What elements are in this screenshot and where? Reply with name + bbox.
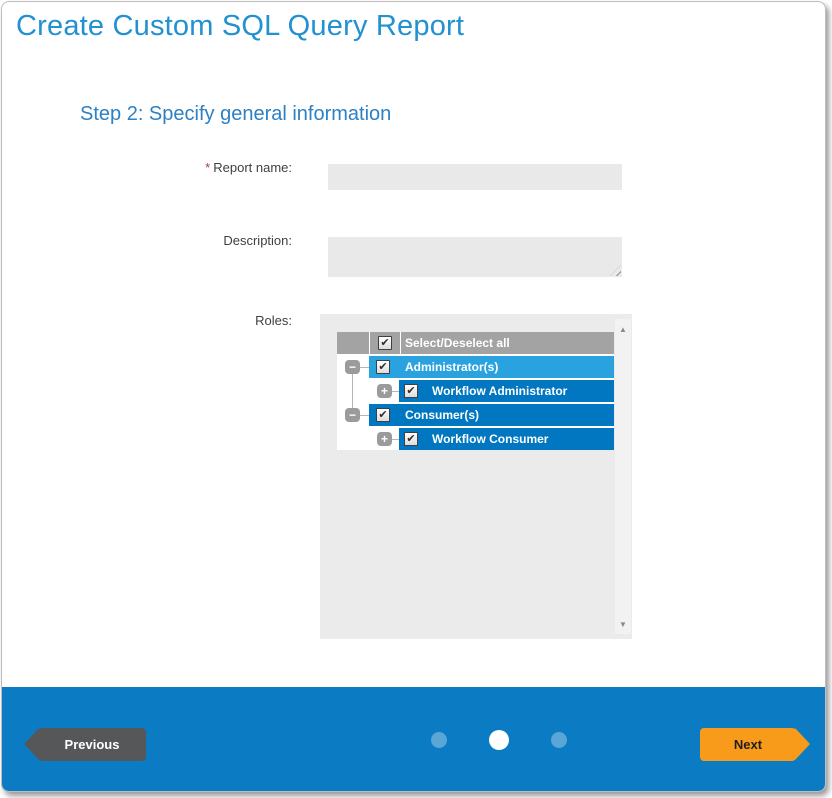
role-label: Consumer(s) — [405, 408, 479, 422]
roles-label-text: Roles: — [255, 313, 292, 328]
tree-row-bar[interactable]: Workflow Consumer — [399, 428, 614, 450]
next-button[interactable]: Next — [700, 728, 796, 761]
report-name-input[interactable] — [328, 164, 622, 190]
scroll-down-icon[interactable]: ▼ — [615, 616, 631, 632]
required-asterisk: * — [205, 160, 210, 175]
tree-indent — [337, 380, 399, 402]
select-all-label: Select/Deselect all — [401, 332, 614, 354]
role-label: Workflow Consumer — [432, 432, 548, 446]
role-checkbox[interactable] — [404, 384, 418, 398]
tree-row[interactable]: Consumer(s) — [337, 404, 614, 426]
previous-button[interactable]: Previous — [38, 728, 146, 761]
description-label-text: Description: — [223, 233, 292, 248]
roles-label: Roles: — [2, 313, 292, 329]
select-all-checkbox[interactable] — [378, 336, 392, 350]
description-label: Description: — [2, 233, 292, 249]
expand-icon[interactable] — [377, 384, 392, 398]
role-label: Administrator(s) — [405, 360, 498, 374]
tree-indent — [337, 356, 369, 378]
report-name-label-text: Report name: — [213, 160, 292, 175]
step-dot-2-active — [489, 730, 509, 750]
collapse-icon[interactable] — [345, 408, 360, 422]
role-label: Workflow Administrator — [432, 384, 567, 398]
tree-indent — [337, 428, 399, 450]
tree-row-bar[interactable]: Administrator(s) — [369, 356, 614, 378]
tree-row-bar[interactable]: Workflow Administrator — [399, 380, 614, 402]
role-checkbox[interactable] — [376, 408, 390, 422]
tree-header-checkbox-cell — [370, 332, 400, 354]
step-dot-1 — [431, 732, 447, 748]
tree-indent — [337, 404, 369, 426]
tree-header-spacer — [337, 332, 369, 354]
wizard-dialog: Create Custom SQL Query Report Step 2: S… — [1, 1, 826, 792]
step-indicator — [431, 730, 567, 750]
role-checkbox[interactable] — [404, 432, 418, 446]
expand-icon[interactable] — [377, 432, 392, 446]
collapse-icon[interactable] — [345, 360, 360, 374]
tree-header-row[interactable]: Select/Deselect all — [337, 332, 614, 354]
step-dot-3 — [551, 732, 567, 748]
tree-row[interactable]: Workflow Consumer — [337, 428, 614, 450]
tree-row[interactable]: Workflow Administrator — [337, 380, 614, 402]
description-textarea[interactable] — [328, 237, 622, 277]
roles-tree: Select/Deselect all Administrator(s) — [337, 332, 614, 450]
report-name-label: *Report name: — [2, 160, 292, 176]
page-title: Create Custom SQL Query Report — [16, 10, 464, 43]
tree-scrollbar[interactable]: ▲ ▼ — [615, 319, 631, 634]
role-checkbox[interactable] — [376, 360, 390, 374]
wizard-footer: Previous Next — [2, 687, 825, 791]
scroll-up-icon[interactable]: ▲ — [615, 321, 631, 337]
step-heading: Step 2: Specify general information — [80, 103, 391, 126]
tree-row-bar[interactable]: Consumer(s) — [369, 404, 614, 426]
tree-row[interactable]: Administrator(s) — [337, 356, 614, 378]
roles-tree-container: Select/Deselect all Administrator(s) — [320, 314, 632, 639]
